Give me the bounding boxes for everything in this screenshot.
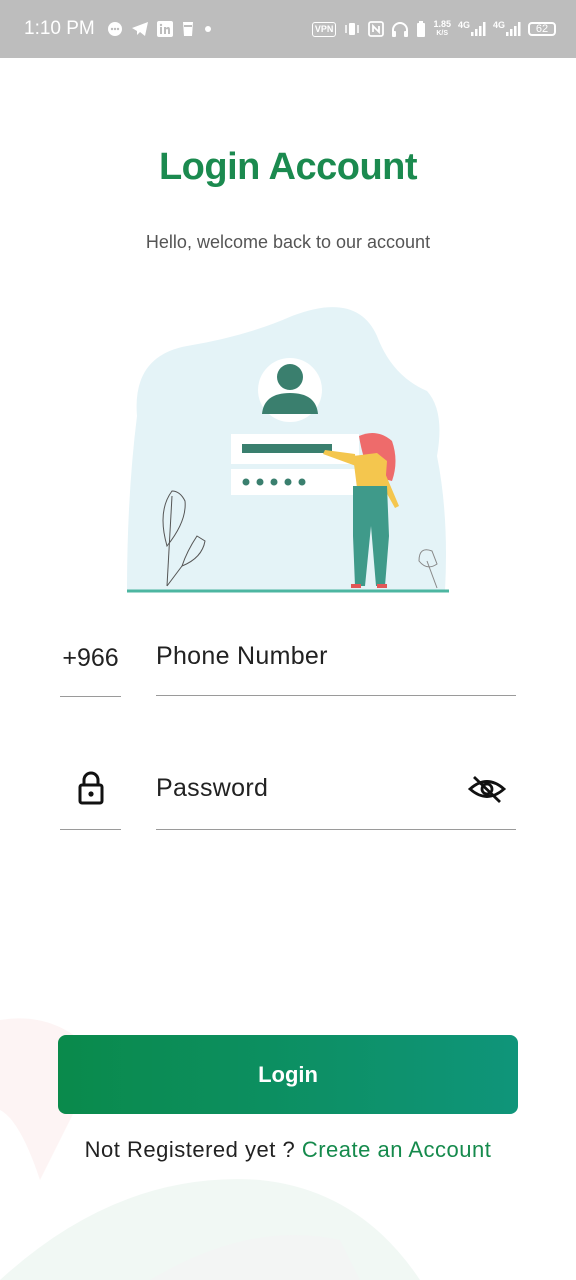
cup-icon <box>181 21 195 37</box>
phone-number-placeholder: Phone Number <box>156 642 328 670</box>
password-placeholder: Password <box>156 774 269 802</box>
battery-saver-icon <box>416 20 426 38</box>
network-speed-unit: K/S <box>436 30 449 37</box>
dot-icon <box>203 24 213 34</box>
status-bar: 1:10 PM VPN 1.85 K/S 4G 4G 62 <box>0 0 576 58</box>
eye-off-icon[interactable] <box>468 774 506 804</box>
vibrate-icon <box>343 21 361 37</box>
network-speed-value: 1.85 <box>433 19 451 29</box>
headphones-icon <box>391 21 409 37</box>
nfc-icon <box>368 21 385 37</box>
page-subtitle: Hello, welcome back to our account <box>145 232 431 252</box>
network-type-1: 4G <box>457 20 470 30</box>
lock-icon <box>78 771 103 805</box>
page-title: Login Account <box>158 146 418 188</box>
signal-icon-1: 4G <box>458 21 486 37</box>
create-account-link[interactable]: Create an Account <box>302 1137 492 1162</box>
network-type-2: 4G <box>492 20 505 30</box>
register-prompt: Not Registered yet ? <box>84 1137 296 1162</box>
login-button[interactable]: Login <box>58 1035 518 1114</box>
network-speed: 1.85 K/S <box>433 20 451 38</box>
password-lock <box>60 768 121 830</box>
notification-icons <box>107 21 213 37</box>
status-time: 1:10 PM <box>24 18 95 39</box>
telegram-icon <box>131 21 149 37</box>
battery-icon: 62 <box>528 22 556 36</box>
login-illustration <box>127 307 449 593</box>
system-icons: VPN 1.85 K/S 4G 4G 62 <box>311 20 556 38</box>
phone-number-field[interactable]: Phone Number <box>156 634 516 696</box>
password-field[interactable]: Password <box>156 768 516 830</box>
vpn-icon: VPN <box>311 21 337 37</box>
linkedin-icon <box>156 21 173 37</box>
country-code[interactable]: +966 <box>60 642 121 697</box>
signal-icon-2: 4G <box>493 21 521 37</box>
chat-bubble-icon <box>107 21 123 37</box>
register-row: Not Registered yet ? Create an Account <box>0 1137 576 1163</box>
